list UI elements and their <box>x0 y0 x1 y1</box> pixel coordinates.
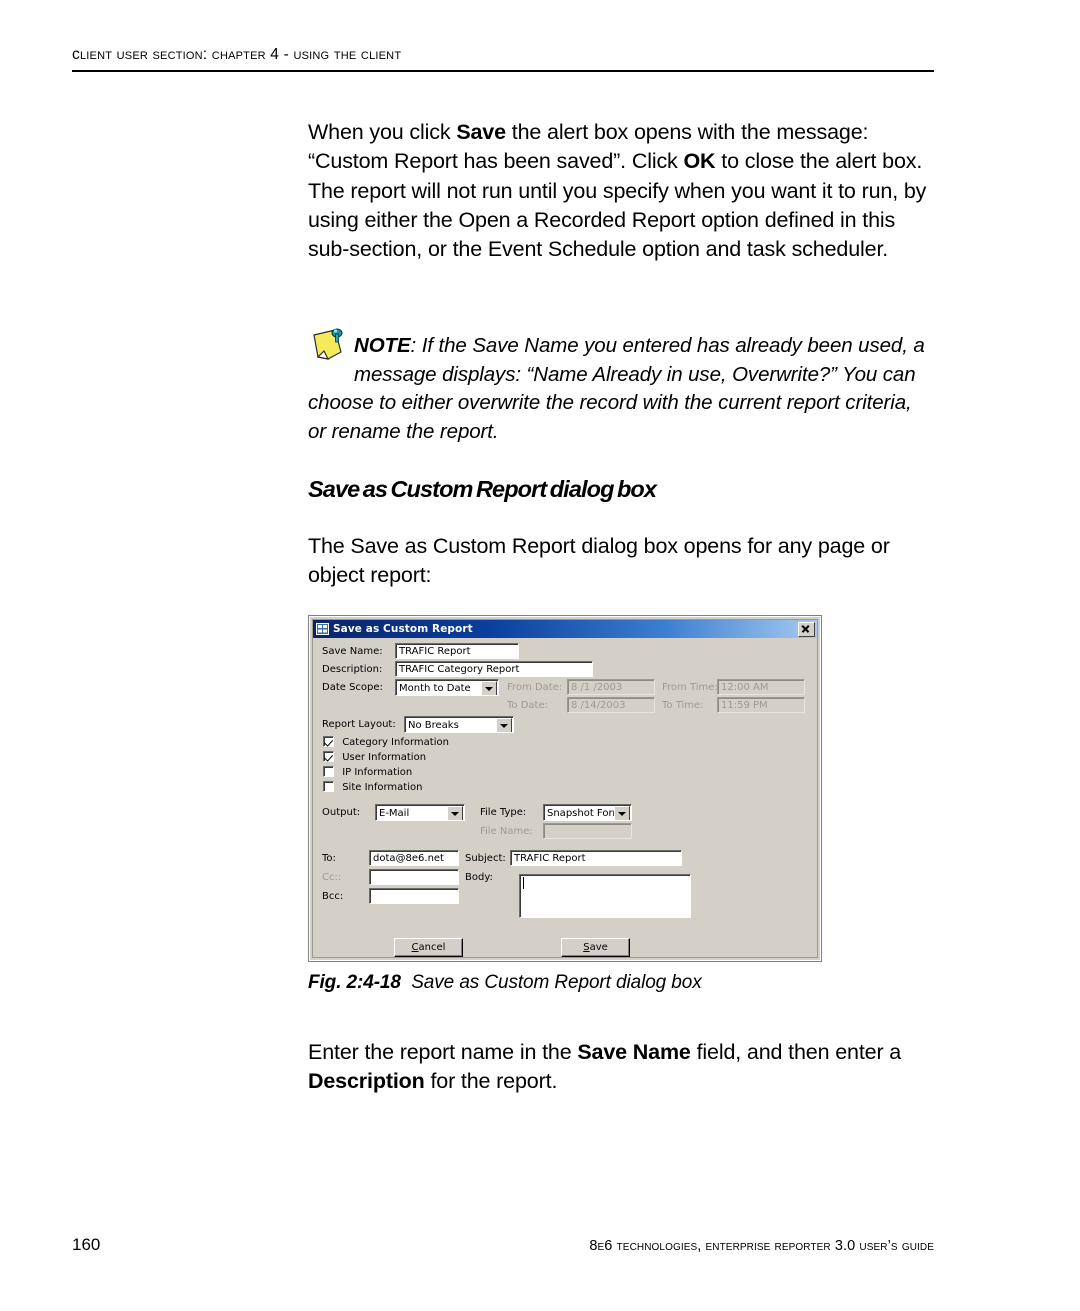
checkbox-category-information[interactable]: Category Information <box>323 736 449 748</box>
file-type-select[interactable]: Snapshot Forma <box>543 804 632 821</box>
chevron-down-icon[interactable] <box>496 718 512 732</box>
file-name-input[interactable] <box>543 823 632 839</box>
to-time-input[interactable]: 11:59 PM <box>717 697 805 713</box>
to-date-input[interactable]: 8 /14/2003 <box>567 697 655 713</box>
body-label: Body: <box>465 872 493 883</box>
section-heading: Save as Custom Report dialog box <box>308 476 657 502</box>
report-layout-value: No Breaks <box>408 720 459 731</box>
date-scope-label: Date Scope: <box>322 682 383 693</box>
p3-bold-save-name: Save Name <box>577 1040 691 1064</box>
cc-label: Cc:: <box>322 872 342 883</box>
p3-seg-1: Enter the report name in the <box>308 1040 578 1064</box>
paragraph-2-text: The Save as Custom Report dialog box ope… <box>308 534 890 588</box>
close-icon[interactable] <box>798 621 815 637</box>
from-time-label: From Time: <box>662 682 718 693</box>
window-report-icon <box>316 623 329 635</box>
cancel-button-label: ancel <box>418 942 446 953</box>
save-button-label: ave <box>589 942 608 953</box>
p1-seg-1: When you click <box>308 120 457 144</box>
paragraph-1-text: When you click Save the alert box opens … <box>308 118 932 264</box>
checkbox-site-information[interactable]: Site Information <box>323 781 422 793</box>
dialog-inner-frame: Save as Custom Report Save Name: TRAFIC … <box>312 619 818 958</box>
cc-input[interactable] <box>369 869 459 885</box>
text-caret <box>523 877 524 889</box>
to-time-label: To Time: <box>662 700 704 711</box>
report-layout-select[interactable]: No Breaks <box>404 716 514 733</box>
from-date-input[interactable]: 8 /1 /2003 <box>567 679 655 695</box>
output-select[interactable]: E-Mail <box>375 804 465 821</box>
checkbox-label: Site Information <box>342 782 423 793</box>
footer-book-title: 8e6 Technologies, Enterprise Reporter 3.… <box>589 1238 934 1254</box>
page-footer: 160 8e6 Technologies, Enterprise Reporte… <box>72 1235 934 1255</box>
p3-seg-2: field, and then enter a <box>690 1040 902 1064</box>
to-input[interactable]: dota@8e6.net <box>369 850 459 866</box>
subject-label: Subject: <box>465 853 506 864</box>
to-date-label: To Date: <box>507 700 548 711</box>
from-date-label: From Date: <box>507 682 563 693</box>
note-label: NOTE <box>354 334 411 357</box>
dialog-title: Save as Custom Report <box>333 623 473 635</box>
note-block: NOTE: If the Save Name you entered has a… <box>308 328 932 446</box>
figure-caption: Fig. 2:4-18 Save as Custom Report dialog… <box>308 972 932 994</box>
chevron-down-icon[interactable] <box>614 806 630 820</box>
report-layout-label: Report Layout: <box>322 719 396 730</box>
cancel-accel: C <box>411 942 419 953</box>
document-page: Client User Section: Chapter 4 - Using t… <box>0 0 1080 1311</box>
paragraph-3: Enter the report name in the Save Name f… <box>308 1038 932 1097</box>
date-scope-select[interactable]: Month to Date <box>395 679 499 696</box>
p3-bold-description: Description <box>308 1069 425 1094</box>
bcc-input[interactable] <box>369 888 459 904</box>
save-as-custom-report-dialog: Save as Custom Report Save Name: TRAFIC … <box>309 616 821 961</box>
figure-number: Fig. 2:4-18 <box>308 972 401 993</box>
checkbox-label: User Information <box>342 752 427 763</box>
checkbox-icon[interactable] <box>323 781 334 792</box>
sticky-note-icon <box>308 326 350 362</box>
checkbox-icon[interactable] <box>323 766 334 777</box>
p1-bold-save: Save <box>456 120 506 144</box>
date-scope-value: Month to Date <box>399 683 471 694</box>
file-name-label: File Name: <box>480 826 533 837</box>
chevron-down-icon[interactable] <box>481 681 497 695</box>
description-input[interactable]: TRAFIC Category Report <box>395 661 593 677</box>
checkbox-icon[interactable] <box>323 736 334 747</box>
checkbox-user-information[interactable]: User Information <box>323 751 426 763</box>
running-header: Client User Section: Chapter 4 - Using t… <box>72 46 934 72</box>
p3-seg-3: for the report. <box>424 1069 558 1094</box>
save-name-label: Save Name: <box>322 646 383 657</box>
running-header-text: Client User Section: Chapter 4 - Using t… <box>72 46 402 63</box>
checkbox-label: Category Information <box>342 737 449 748</box>
page-number: 160 <box>72 1235 101 1254</box>
dialog-client-area: Save Name: TRAFIC Report Description: TR… <box>313 638 817 957</box>
figure-caption-title: Save as Custom Report dialog box <box>411 972 702 993</box>
cancel-button[interactable]: Cancel <box>394 938 463 957</box>
file-type-label: File Type: <box>480 807 527 818</box>
paragraph-2: The Save as Custom Report dialog box ope… <box>308 532 932 591</box>
checkbox-icon[interactable] <box>323 751 334 762</box>
header-rule <box>72 70 934 72</box>
output-value: E-Mail <box>379 808 410 819</box>
chevron-down-icon[interactable] <box>447 806 463 820</box>
save-button[interactable]: Save <box>561 938 630 957</box>
checkbox-label: IP Information <box>342 767 413 778</box>
save-name-input[interactable]: TRAFIC Report <box>395 643 519 659</box>
checkbox-ip-information[interactable]: IP Information <box>323 766 412 778</box>
to-label: To: <box>322 853 336 864</box>
p1-bold-ok: OK <box>683 149 716 174</box>
paragraph-1: When you click Save the alert box opens … <box>308 118 932 264</box>
output-label: Output: <box>322 807 361 818</box>
figure-caption-text <box>401 972 411 993</box>
body-textarea[interactable] <box>519 874 691 918</box>
from-time-input[interactable]: 12:00 AM <box>717 679 805 695</box>
dialog-titlebar: Save as Custom Report <box>313 620 817 638</box>
bcc-label: Bcc: <box>322 891 344 902</box>
description-label: Description: <box>322 664 383 675</box>
paragraph-3-text: Enter the report name in the Save Name f… <box>308 1038 932 1097</box>
subject-input[interactable]: TRAFIC Report <box>510 850 682 866</box>
note-text: NOTE: If the Save Name you entered has a… <box>308 332 932 446</box>
